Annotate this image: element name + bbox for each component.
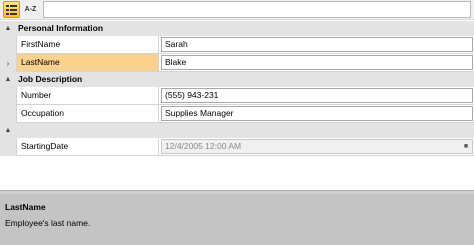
description-title: LastName <box>5 202 46 212</box>
chevron-up-icon[interactable]: ▲ <box>2 73 14 85</box>
category-header-misc[interactable]: ▲ <box>0 123 474 138</box>
property-value-cell: 12/4/2005 12:00 AM ■ <box>158 138 474 156</box>
dropdown-icon[interactable]: ■ <box>462 142 470 151</box>
property-name[interactable]: FirstName <box>16 36 158 54</box>
property-name[interactable]: LastName <box>16 54 158 72</box>
chevron-up-icon[interactable]: ▲ <box>2 124 14 136</box>
property-value-cell: Blake <box>158 54 474 72</box>
row-marker <box>0 36 16 54</box>
row-marker <box>0 138 16 156</box>
property-value-cell: Supplies Manager <box>158 105 474 123</box>
property-value-cell: Sarah <box>158 36 474 54</box>
number-field[interactable]: (555) 943-231 <box>161 88 473 103</box>
property-row-firstname[interactable]: FirstName Sarah <box>0 36 474 54</box>
property-grid: ▲ Personal Information FirstName Sarah ›… <box>0 21 474 156</box>
property-name[interactable]: StartingDate <box>16 138 158 156</box>
category-title: Job Description <box>18 74 83 84</box>
row-marker <box>0 105 16 123</box>
description-pane: LastName Employee's last name. <box>0 194 474 245</box>
property-row-occupation[interactable]: Occupation Supplies Manager <box>0 105 474 123</box>
property-row-lastname[interactable]: › LastName Blake <box>0 54 474 72</box>
property-row-number[interactable]: Number (555) 943-231 <box>0 87 474 105</box>
property-value-cell: (555) 943-231 <box>158 87 474 105</box>
category-title: Personal Information <box>18 23 104 33</box>
categorized-view-button[interactable] <box>3 1 20 18</box>
alphabetical-view-button[interactable]: A-Z <box>22 1 39 18</box>
property-name[interactable]: Occupation <box>16 105 158 123</box>
lastname-field[interactable]: Blake <box>161 55 473 70</box>
property-name[interactable]: Number <box>16 87 158 105</box>
firstname-field[interactable]: Sarah <box>161 37 473 52</box>
description-text: Employee's last name. <box>5 218 91 228</box>
startingdate-field: 12/4/2005 12:00 AM ■ <box>161 139 473 154</box>
chevron-up-icon[interactable]: ▲ <box>2 22 14 34</box>
property-row-startingdate[interactable]: StartingDate 12/4/2005 12:00 AM ■ <box>0 138 474 156</box>
grid-empty-area <box>0 162 474 190</box>
alphabetical-view-label: A-Z <box>24 6 37 13</box>
category-header-personal[interactable]: ▲ Personal Information <box>0 21 474 36</box>
chevron-right-icon: › <box>6 58 10 68</box>
search-input[interactable] <box>43 1 471 18</box>
occupation-field[interactable]: Supplies Manager <box>161 106 473 121</box>
category-header-job[interactable]: ▲ Job Description <box>0 72 474 87</box>
categorized-view-icon <box>6 4 17 15</box>
startingdate-value: 12/4/2005 12:00 AM <box>165 141 242 151</box>
row-marker <box>0 87 16 105</box>
property-grid-toolbar: A-Z <box>0 0 474 20</box>
